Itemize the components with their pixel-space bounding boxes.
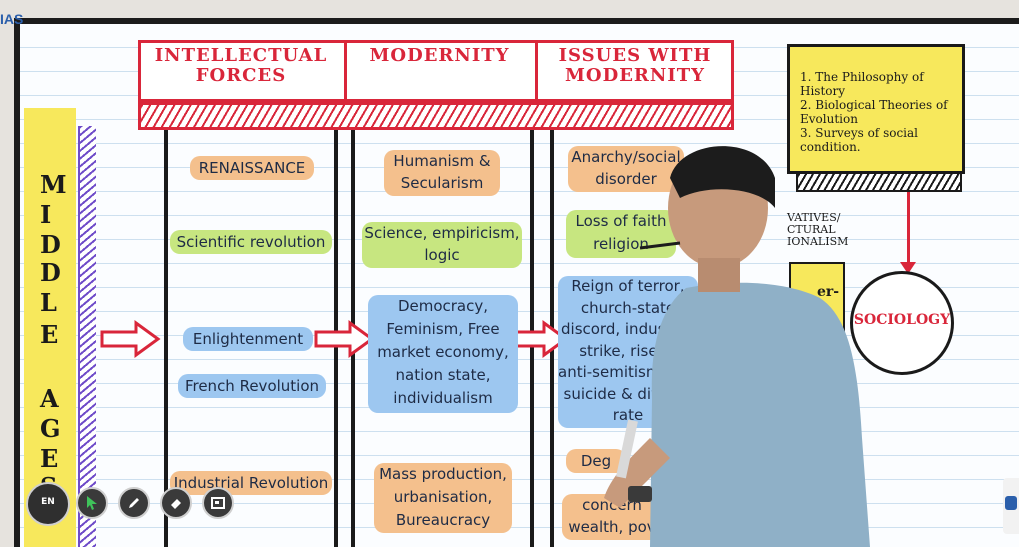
science-empiricism-label: Science, empiricism, logic: [362, 222, 522, 268]
middle-ages-letter: M: [40, 170, 67, 199]
democracy-label: Democracy, Feminism, Free market economy, n…: [368, 295, 518, 413]
french-revolution-label: French Revolution: [178, 374, 326, 398]
humanism-label: Humanism & Secularism: [384, 150, 500, 196]
down-arrow-line: [907, 192, 910, 266]
eraser-tool-button[interactable]: [160, 487, 192, 519]
header-modernity: MODERNITY: [369, 45, 510, 66]
side-panel-tab[interactable]: [1003, 478, 1019, 534]
language-button[interactable]: EN: [26, 482, 70, 526]
column-line: [164, 130, 168, 547]
right-arrow-icon: [314, 320, 375, 358]
pointer-tool-button[interactable]: [76, 487, 108, 519]
right-arrow-icon: [100, 320, 161, 358]
middle-ages-letter: E: [40, 320, 59, 349]
middle-ages-letter: D: [40, 258, 61, 287]
header-banner: INTELLECTUAL FORCES MODERNITY ISSUES WITH…: [138, 40, 736, 130]
header-issues-with-modernity: ISSUES WITH MODERNITY: [558, 45, 712, 86]
middle-ages-letter: D: [40, 230, 61, 259]
middle-ages-letter: A: [40, 384, 59, 413]
middle-ages-letter: E: [40, 444, 59, 473]
industrial-revolution-label: Industrial Revolution: [170, 471, 332, 495]
pen-tool-button[interactable]: [118, 487, 150, 519]
middle-ages-letter: I: [40, 200, 52, 229]
middle-ages-letter: L: [40, 288, 57, 317]
board-icon: [211, 497, 225, 509]
video-frame: IAS MIDDLEAGES INTELLECTUALFORCES MODERN…: [0, 0, 1019, 547]
presenter: [604, 146, 870, 547]
pen-icon: [129, 498, 139, 508]
mass-production-label: Mass production, urbanisation, Bureaucracy: [374, 463, 512, 533]
whiteboard-tool-button[interactable]: [202, 487, 234, 519]
enlightenment-label: Enlightenment: [183, 327, 313, 351]
renaissance-label: RENAISSANCE: [190, 156, 314, 180]
header-intellectual-forces: INTELLECTUAL FORCES: [154, 45, 328, 86]
scientific-revolution-label: Scientific revolution: [170, 230, 332, 254]
cursor-icon: [87, 496, 97, 510]
eraser-icon: [171, 499, 181, 509]
channel-logo: IAS: [0, 11, 24, 27]
middle-ages-letter: G: [40, 414, 61, 443]
